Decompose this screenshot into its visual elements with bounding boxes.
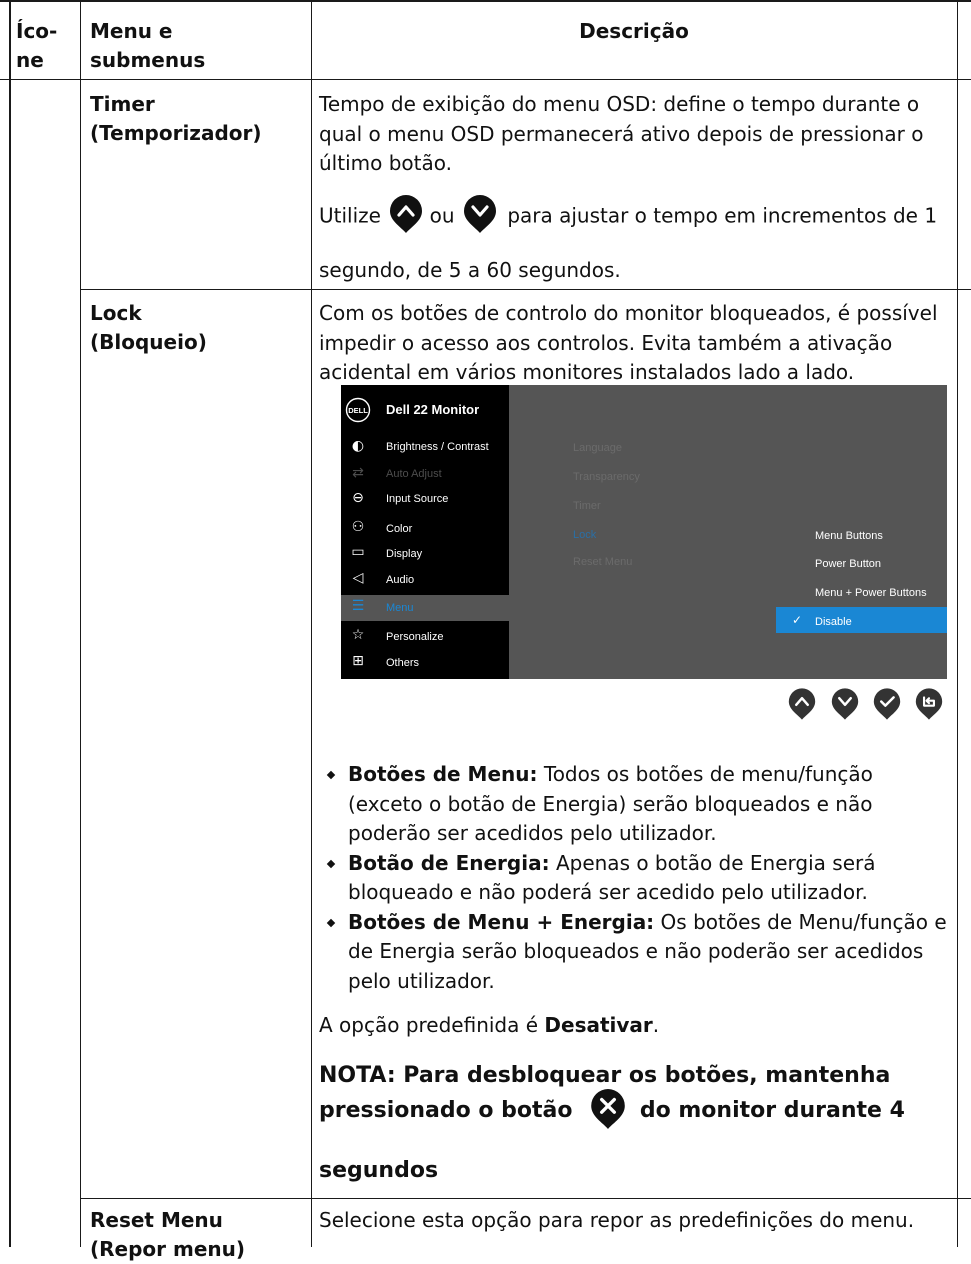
bullet-power-button: Botão de Energia: Apenas o botão de Ener… xyxy=(319,849,953,908)
osd-option[interactable]: Power Button xyxy=(815,558,881,570)
lock-description: Com os botões de controlo do monitor blo… xyxy=(319,299,953,388)
osd-menu-item[interactable]: Brightness / Contrast xyxy=(386,441,489,453)
input-source-icon: ⊖ xyxy=(352,490,364,506)
osd-submenu-item[interactable]: Language xyxy=(573,442,622,454)
down-icon[interactable] xyxy=(831,687,859,721)
osd-submenu-item[interactable]: Timer xyxy=(573,500,601,512)
menu-reset: Reset Menu (Repor menu) xyxy=(90,1208,246,1261)
osd-menu-item[interactable]: Personalize xyxy=(386,631,443,643)
audio-icon: ◁ xyxy=(352,570,364,586)
check-icon[interactable] xyxy=(873,687,901,721)
default-value: Desativar xyxy=(544,1013,653,1037)
menu-icon: ☰ xyxy=(351,598,365,614)
header-menu-col: Menu e submenus xyxy=(90,19,206,72)
note-line-3: segundos xyxy=(319,1158,439,1183)
osd-option[interactable]: Menu + Power Buttons xyxy=(815,587,927,599)
header-icon-col: Íco- ne xyxy=(16,19,58,72)
osd-title: Dell 22 Monitor xyxy=(386,402,480,417)
osd-submenu-item[interactable]: Reset Menu xyxy=(573,556,632,568)
row-divider xyxy=(80,1198,971,1199)
header-divider xyxy=(0,79,971,80)
up-icon xyxy=(390,195,423,233)
back-icon[interactable] xyxy=(915,687,943,721)
svg-text:DELL: DELL xyxy=(348,406,368,415)
others-icon: ⊞ xyxy=(352,653,364,669)
table-border-top xyxy=(0,0,971,2)
osd-menu-screenshot: DELL Dell 22 Monitor ◐ Brightness / Cont… xyxy=(341,385,947,679)
osd-option[interactable]: Menu Buttons xyxy=(815,530,883,542)
adjust-text: para ajustar o tempo em incrementos de 1 xyxy=(507,203,938,228)
osd-menu-item[interactable]: Auto Adjust xyxy=(386,468,442,480)
row-divider xyxy=(80,289,971,290)
auto-adjust-icon: ⇄ xyxy=(352,465,364,481)
osd-menu-item[interactable]: Input Source xyxy=(386,493,448,505)
note-line-2: pressionado o botão do monitor durante 4 xyxy=(319,1089,953,1130)
timer-desc-text: Tempo de exibição do menu OSD: define o … xyxy=(319,92,924,175)
osd-menu-item[interactable]: Display xyxy=(386,548,422,560)
timer-adjust-line: Utilize ou para ajustar o tempo em incre… xyxy=(319,195,949,234)
table-border-right xyxy=(957,0,958,1247)
star-icon: ☆ xyxy=(351,627,365,643)
reset-description: Selecione esta opção para repor as prede… xyxy=(319,1208,915,1232)
osd-submenu-item[interactable]: Transparency xyxy=(573,471,640,483)
default-option-text: A opção predefinida é Desativar. xyxy=(319,1013,660,1037)
header-description-col: Descrição xyxy=(579,19,689,43)
timer-range-line: segundo, de 5 a 60 segundos. xyxy=(319,258,621,282)
col-divider xyxy=(311,0,312,1247)
down-icon xyxy=(463,195,496,233)
page: Íco- ne Menu e submenus Descrição Timer … xyxy=(0,0,971,1261)
osd-menu-item[interactable]: Others xyxy=(386,657,419,669)
table-border-left xyxy=(9,0,11,1247)
col-divider xyxy=(80,0,81,1247)
osd-menu-item[interactable]: Color xyxy=(386,523,412,535)
brightness-icon: ◐ xyxy=(351,438,365,454)
note-line-1: NOTA: Para desbloquear os botões, manten… xyxy=(319,1063,891,1088)
lock-options-list: Botões de Menu: Todos os botões de menu/… xyxy=(319,760,953,996)
bullet-menu-power-buttons: Botões de Menu + Energia: Os botões de M… xyxy=(319,908,953,997)
timer-description: Tempo de exibição do menu OSD: define o … xyxy=(319,90,949,179)
dell-logo-icon: DELL xyxy=(345,397,371,423)
up-icon[interactable] xyxy=(788,687,816,721)
osd-menu-item-selected[interactable]: Menu xyxy=(386,602,414,614)
osd-option-selected-label[interactable]: Disable xyxy=(815,616,852,628)
lock-desc-text: Com os botões de controlo do monitor blo… xyxy=(319,301,938,384)
display-icon: ▭ xyxy=(351,544,365,560)
utilize-text: Utilize xyxy=(319,203,381,228)
close-icon xyxy=(591,1089,625,1129)
osd-submenu-item-active[interactable]: Lock xyxy=(573,529,596,541)
bullet-menu-buttons: Botões de Menu: Todos os botões de menu/… xyxy=(319,760,953,849)
menu-lock: Lock (Bloqueio) xyxy=(90,301,207,354)
check-icon: ✓ xyxy=(792,613,803,627)
menu-timer: Timer (Temporizador) xyxy=(90,92,262,145)
ou-text: ou xyxy=(429,203,455,228)
color-icon: ⚇ xyxy=(351,519,365,535)
osd-menu-item[interactable]: Audio xyxy=(386,574,414,586)
